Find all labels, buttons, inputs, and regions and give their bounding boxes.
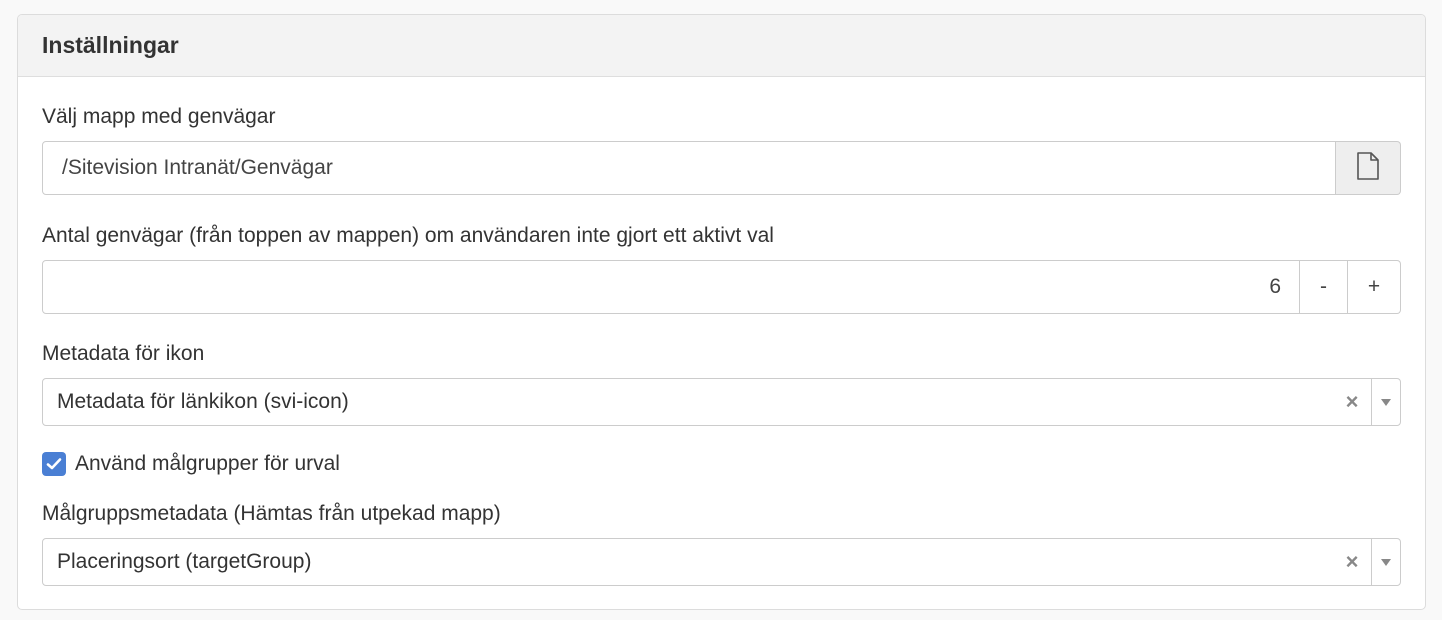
caret-down-icon: [1381, 558, 1391, 566]
count-stepper: 6 - +: [42, 260, 1401, 314]
decrement-button[interactable]: -: [1300, 260, 1348, 314]
caret-down-icon: [1381, 398, 1391, 406]
group-metadata-label: Målgruppsmetadata (Hämtas från utpekad m…: [42, 502, 501, 525]
panel-header: Inställningar: [18, 15, 1425, 77]
file-icon: [1356, 151, 1380, 185]
panel-title: Inställningar: [42, 32, 179, 58]
count-input[interactable]: 6: [42, 260, 1300, 314]
clear-icon[interactable]: ×: [1333, 539, 1371, 585]
folder-input-group: /Sitevision Intranät/Genvägar: [42, 141, 1401, 195]
group-metadata-select[interactable]: Placeringsort (targetGroup) ×: [42, 538, 1401, 586]
check-icon: [46, 458, 62, 470]
icon-metadata-selected: Metadata för länkikon (svi-icon): [57, 390, 349, 413]
icon-metadata-select[interactable]: Metadata för länkikon (svi-icon) ×: [42, 378, 1401, 426]
icon-metadata-label: Metadata för ikon: [42, 342, 205, 365]
target-groups-checkbox-row: Använd målgrupper för urval: [42, 452, 340, 476]
count-label: Antal genvägar (från toppen av mappen) o…: [42, 224, 774, 247]
group-metadata-selected: Placeringsort (targetGroup): [57, 550, 312, 573]
folder-label: Välj mapp med genvägar: [42, 105, 276, 128]
dropdown-toggle[interactable]: [1371, 379, 1400, 425]
target-groups-label[interactable]: Använd målgrupper för urval: [75, 452, 340, 476]
target-groups-checkbox[interactable]: [42, 452, 66, 476]
settings-panel: Inställningar Välj mapp med genvägar /Si…: [17, 14, 1426, 610]
clear-icon[interactable]: ×: [1333, 379, 1371, 425]
dropdown-toggle[interactable]: [1371, 539, 1400, 585]
increment-button[interactable]: +: [1348, 260, 1401, 314]
folder-path-input[interactable]: /Sitevision Intranät/Genvägar: [42, 141, 1336, 195]
browse-folder-button[interactable]: [1336, 141, 1401, 195]
